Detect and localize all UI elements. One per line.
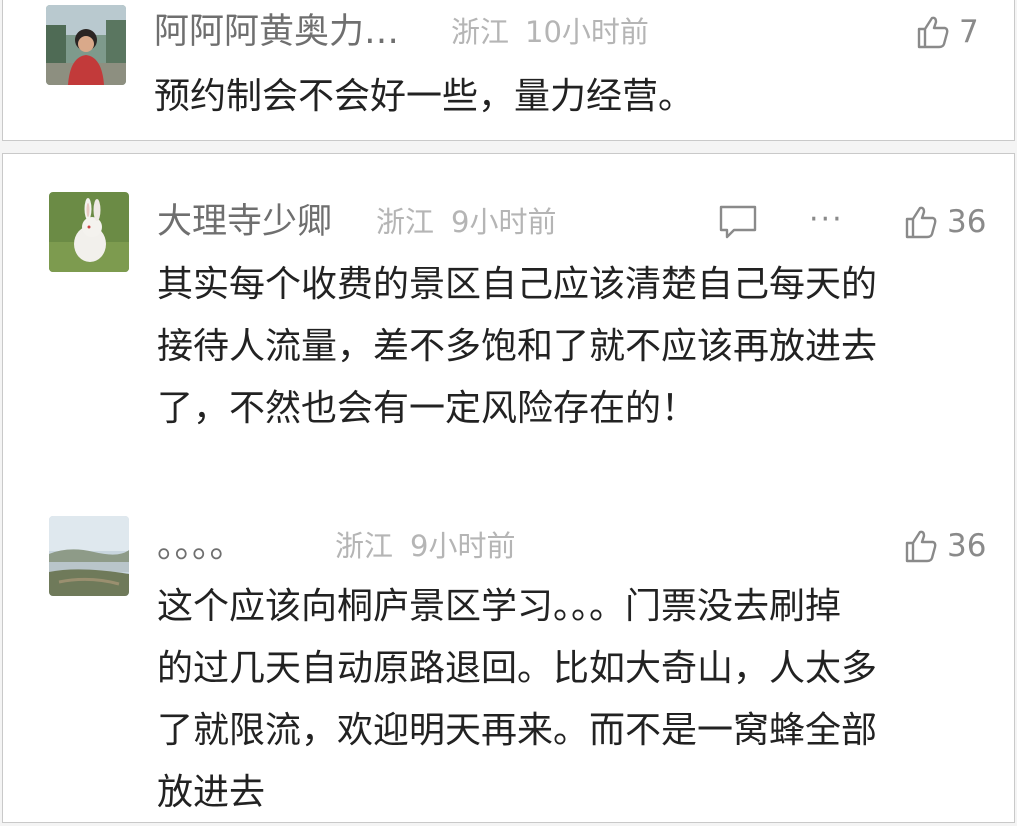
comment-card: 大理寺少卿 浙江 9小时前 ··· 36 其实每个收费的景区自己应该清楚自己每天… <box>2 153 1015 823</box>
comment-item: 。。。。 浙江 9小时前 36 这个应该向桐庐景区学习。。。门票没去刷掉 的过几… <box>3 484 1014 824</box>
comment-author[interactable]: 。。。。 <box>157 526 245 566</box>
more-options-icon[interactable]: ··· <box>809 202 844 238</box>
comment-text-line: 接待人流量，差不多饱和了就不应该再放进去 <box>157 326 878 367</box>
comment-text-line: 了，不然也会有一定风险存在的！ <box>157 388 698 429</box>
avatar[interactable] <box>46 5 126 85</box>
comment-time: 9小时前 <box>451 205 557 239</box>
like-count: 36 <box>947 528 987 564</box>
comment-text: 这个应该向桐庐景区学习。。。门票没去刷掉 的过几天自动原路退回。比如大奇山，人太… <box>157 576 877 824</box>
comment-author[interactable]: 大理寺少卿 <box>157 202 332 242</box>
comment-text: 预约制会不会好一些，量力经营。 <box>154 66 694 128</box>
comment-item: 大理寺少卿 浙江 9小时前 ··· 36 其实每个收费的景区自己应该清楚自己每天… <box>3 154 1014 484</box>
comment-time: 10小时前 <box>525 15 649 49</box>
like-button[interactable]: 7 <box>915 12 979 52</box>
comment-text-line: 的过几天自动原路退回。比如大奇山，人太多 <box>157 648 878 689</box>
comment-author[interactable]: 阿阿阿黄奥力… <box>154 12 399 52</box>
reply-icon[interactable] <box>718 204 758 240</box>
comment-text-line: 预约制会不会好一些，量力经营。 <box>154 76 695 117</box>
comment-text-line: 了就限流，欢迎明天再来。而不是一窝蜂全部 <box>157 710 878 751</box>
thumbs-up-icon <box>905 530 937 563</box>
like-count: 36 <box>947 204 987 240</box>
avatar[interactable] <box>49 516 129 596</box>
comment-text: 其实每个收费的景区自己应该清楚自己每天的 接待人流量，差不多饱和了就不应该再放进… <box>157 254 877 440</box>
comment-item: 阿阿阿黄奥力… 浙江 10小时前 7 预约制会不会好一些，量力经营。 <box>3 0 1014 141</box>
like-button[interactable]: 36 <box>903 202 986 242</box>
comment-location: 浙江 <box>451 15 510 49</box>
comment-location: 浙江 <box>335 529 394 563</box>
comment-text-line: 其实每个收费的景区自己应该清楚自己每天的 <box>157 264 878 305</box>
thumbs-up-icon <box>905 206 937 239</box>
comments-page: 阿阿阿黄奥力… 浙江 10小时前 7 预约制会不会好一些，量力经营。 大理寺少卿… <box>0 0 1017 826</box>
comment-text-line: 这个应该向桐庐景区学习。。。门票没去刷掉 <box>157 586 842 627</box>
thumbs-up-icon <box>917 16 949 49</box>
avatar[interactable] <box>49 192 129 272</box>
comment-time: 9小时前 <box>410 529 516 563</box>
comment-card: 阿阿阿黄奥力… 浙江 10小时前 7 预约制会不会好一些，量力经营。 <box>2 0 1015 141</box>
comment-text-line: 放进去 <box>157 772 266 813</box>
like-count: 7 <box>959 14 979 50</box>
like-button[interactable]: 36 <box>903 526 986 566</box>
comment-location: 浙江 <box>376 205 435 239</box>
